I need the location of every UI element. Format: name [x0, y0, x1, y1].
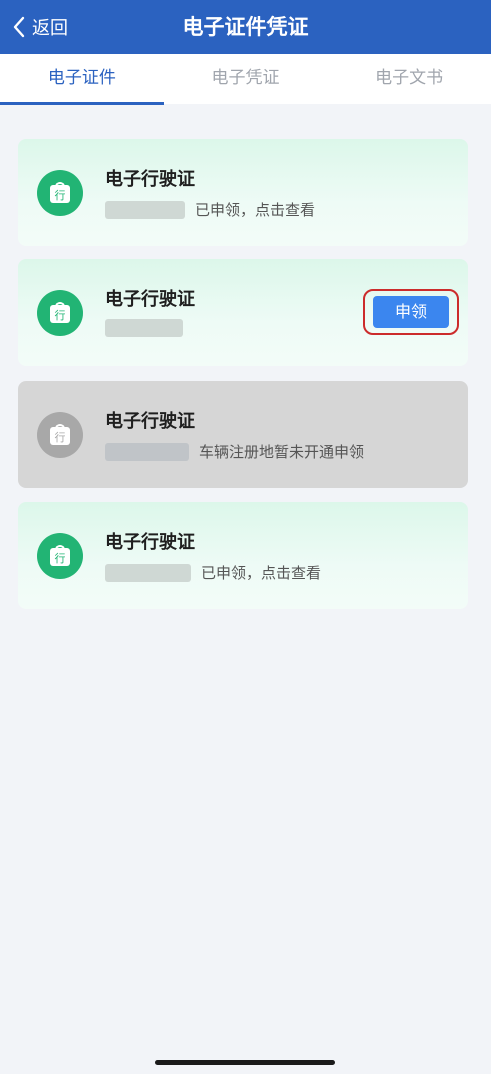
tab-electronic-writs[interactable]: 电子文书: [327, 54, 491, 104]
card-title: 电子行驶证: [105, 411, 195, 432]
top-bar: 返回 电子证件凭证: [0, 0, 491, 54]
masked-plate-number: [105, 563, 191, 582]
license-card-disabled: 行 电子行驶证 车辆注册地暂未开通申领: [18, 381, 468, 488]
license-icon-char: 行: [55, 309, 66, 322]
card-status: 已申领，点击查看: [201, 564, 322, 582]
masked-plate-number: [105, 200, 185, 219]
highlight-annotation: 申领: [363, 289, 459, 335]
license-card[interactable]: 行 电子行驶证 已申领，点击查看: [18, 139, 468, 246]
card-title: 电子行驶证: [105, 532, 195, 553]
license-bag-icon: 行: [37, 290, 83, 336]
home-indicator: [155, 1060, 335, 1065]
card-title: 电子行驶证: [105, 169, 195, 190]
license-icon-char: 行: [55, 431, 66, 444]
masked-plate-number: [105, 442, 189, 461]
card-subtitle: 已申领，点击查看: [105, 199, 315, 220]
license-bag-icon: 行: [37, 170, 83, 216]
tab-bar: 电子证件 电子凭证 电子文书: [0, 54, 491, 105]
page-title: 电子证件凭证: [182, 15, 309, 39]
apply-button[interactable]: 申领: [373, 296, 449, 328]
tab-electronic-vouchers[interactable]: 电子凭证: [164, 54, 328, 104]
card-subtitle: 车辆注册地暂未开通申领: [105, 441, 364, 462]
card-status: 车辆注册地暂未开通申领: [199, 443, 365, 461]
license-icon-char: 行: [55, 552, 66, 565]
license-bag-icon: 行: [37, 533, 83, 579]
license-card[interactable]: 行 电子行驶证 已申领，点击查看: [18, 502, 468, 609]
card-status: 已申领，点击查看: [195, 201, 316, 219]
license-bag-icon: 行: [37, 412, 83, 458]
card-title: 电子行驶证: [105, 289, 195, 310]
license-icon-char: 行: [55, 189, 66, 202]
license-card: 行 电子行驶证 申领: [18, 259, 468, 366]
card-subtitle: 已申领，点击查看: [105, 562, 321, 583]
tab-electronic-documents[interactable]: 电子证件: [0, 54, 164, 105]
masked-plate-number: [105, 319, 183, 337]
card-subtitle: [105, 319, 193, 337]
